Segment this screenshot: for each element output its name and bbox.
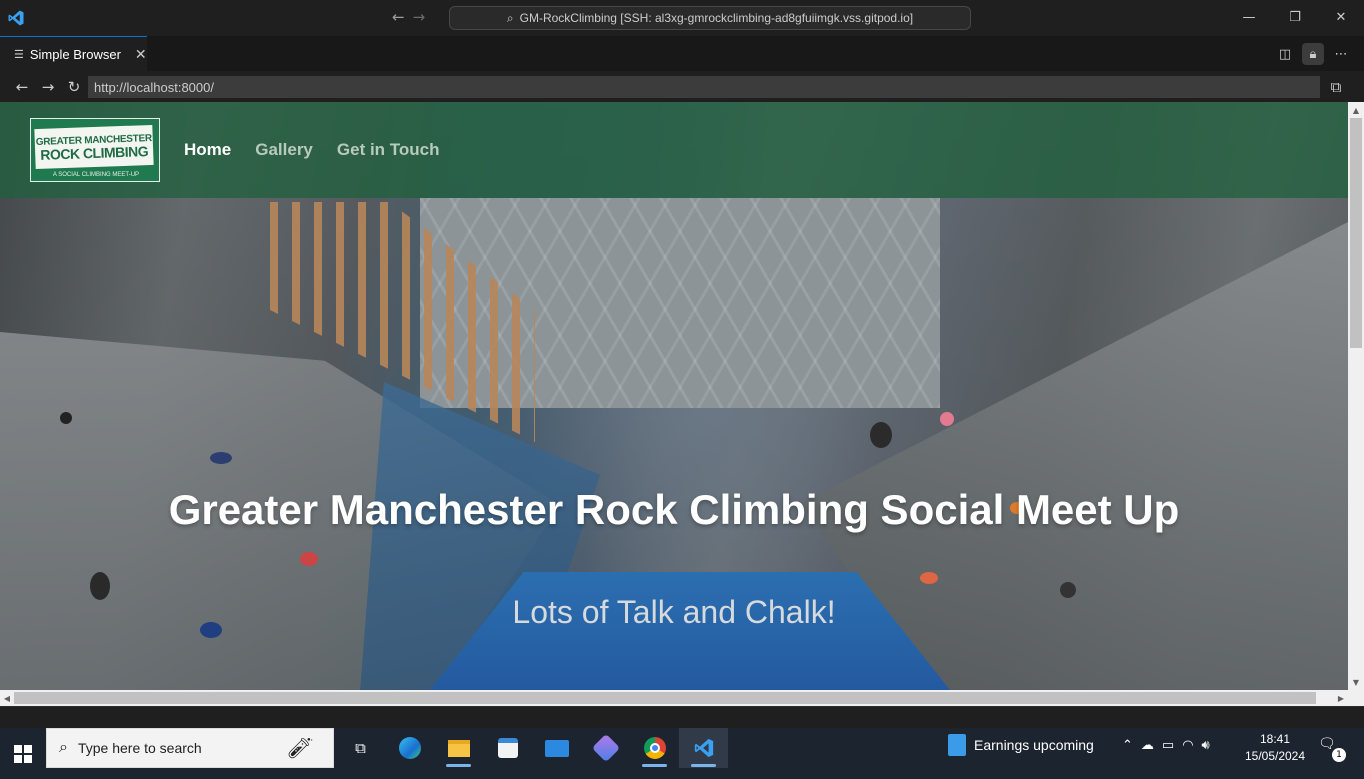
vertical-scroll-thumb[interactable] [1350, 118, 1362, 348]
tab-simple-browser[interactable]: ☰ Simple Browser ✕ [0, 36, 147, 71]
hero-title: Greater Manchester Rock Climbing Social … [168, 486, 1180, 533]
onedrive-cloud-icon[interactable]: ☁ [1141, 738, 1154, 753]
climbing-hold [60, 412, 72, 424]
scrollbar-corner [1348, 690, 1364, 706]
mail-icon[interactable] [532, 728, 581, 768]
url-input[interactable]: http://localhost:8000/ [88, 76, 1320, 98]
start-button[interactable] [0, 728, 46, 779]
site-navbar: GREATER MANCHESTER ROCK CLIMBING A SOCIA… [0, 102, 1348, 198]
wifi-icon[interactable]: ◠ [1182, 738, 1193, 753]
edge-icon[interactable] [385, 728, 434, 768]
tab-label: Simple Browser [29, 46, 121, 62]
clock-date: 15/05/2024 [1244, 749, 1306, 763]
vertical-scrollbar[interactable]: ▲ ▼ [1348, 102, 1364, 690]
restore-button[interactable]: ❐ [1272, 0, 1318, 34]
search-icon: ⌕ [59, 739, 68, 756]
climbing-hold [870, 422, 892, 448]
show-hidden-icons-chevron-icon[interactable]: ⌃ [1122, 738, 1133, 753]
browser-toolbar: ← → ↻ http://localhost:8000/ ⧉ [0, 71, 1364, 102]
battery-icon[interactable]: ▭ [1162, 738, 1174, 753]
news-widget-label: Earnings upcoming [974, 737, 1094, 753]
volume-icon[interactable]: 🔊︎ [1202, 738, 1210, 753]
copilot-icon[interactable] [581, 728, 630, 768]
back-arrow-icon[interactable]: ← [392, 8, 405, 26]
scroll-up-arrow-icon[interactable]: ▲ [1348, 102, 1364, 118]
site-logo[interactable]: GREATER MANCHESTER ROCK CLIMBING A SOCIA… [30, 118, 160, 182]
microsoft-store-icon[interactable] [483, 728, 532, 768]
notification-count-badge: 1 [1332, 748, 1346, 762]
site-nav: Home Gallery Get in Touch [184, 140, 440, 160]
horizontal-scrollbar[interactable]: ◀ ▶ [0, 690, 1348, 706]
taskbar-clock[interactable]: 18:41 15/05/2024 [1244, 731, 1306, 765]
hero-subtitle: Lots of Talk and Chalk! [512, 594, 836, 630]
close-window-button[interactable]: ✕ [1318, 0, 1364, 34]
preview-icon: ☰ [14, 48, 24, 61]
logo-tagline: A SOCIAL CLIMBING MEET-UP [52, 172, 140, 178]
notification-center-icon[interactable]: 🗨︎ 1 [1318, 736, 1346, 762]
vscode-logo-icon [8, 10, 24, 26]
news-widget[interactable]: Earnings upcoming [948, 734, 1094, 756]
scroll-down-arrow-icon[interactable]: ▼ [1348, 674, 1364, 690]
climbing-hold [300, 552, 318, 566]
search-highlight-icon: 🧪︎ [287, 737, 313, 760]
nav-link-home[interactable]: Home [184, 140, 231, 160]
forward-arrow-icon[interactable]: → [413, 8, 426, 26]
scroll-left-arrow-icon[interactable]: ◀ [0, 690, 14, 706]
more-actions-icon[interactable]: ⋯ [1330, 43, 1352, 65]
windows-logo-icon [14, 744, 32, 763]
nav-link-get-in-touch[interactable]: Get in Touch [337, 140, 440, 160]
vscode-icon[interactable] [679, 728, 728, 768]
scroll-right-arrow-icon[interactable]: ▶ [1334, 690, 1348, 706]
file-explorer-icon[interactable] [434, 728, 483, 768]
command-center[interactable]: ⌕ GM-RockClimbing [SSH: al3xg-gmrockclim… [449, 6, 971, 30]
command-center-label: GM-RockClimbing [SSH: al3xg-gmrockclimbi… [519, 11, 914, 25]
close-tab-icon[interactable]: ✕ [135, 46, 147, 63]
editor-tab-bar: ☰ Simple Browser ✕ ◫ 🔒︎ ⋯ [0, 36, 1364, 71]
search-icon: ⌕ [506, 10, 514, 25]
clock-time: 18:41 [1259, 732, 1291, 746]
minimize-button[interactable]: — [1226, 0, 1272, 34]
webpage-viewport: GREATER MANCHESTER ROCK CLIMBING A SOCIA… [0, 102, 1348, 690]
taskbar-search-box[interactable]: ⌕ Type here to search 🧪︎ [46, 728, 334, 768]
split-editor-icon[interactable]: ◫ [1274, 43, 1296, 65]
task-view-icon[interactable]: ⧉ [336, 728, 385, 768]
nav-link-gallery[interactable]: Gallery [255, 140, 313, 160]
browser-back-icon[interactable]: ← [12, 77, 32, 97]
climbing-hold [920, 572, 938, 584]
search-placeholder: Type here to search [77, 740, 202, 756]
browser-forward-icon[interactable]: → [38, 77, 58, 97]
chrome-icon[interactable] [630, 728, 679, 768]
logo-line-2: ROCK CLIMBING [40, 142, 149, 163]
vscode-status-bar [0, 706, 1364, 728]
horizontal-scroll-thumb[interactable] [14, 692, 1316, 704]
system-tray: ⌃ ☁ ▭ ◠ 🔊︎ [1122, 738, 1210, 753]
climbing-hold [940, 412, 954, 426]
stock-chart-icon [948, 734, 966, 756]
vscode-titlebar: ← → ⌕ GM-RockClimbing [SSH: al3xg-gmrock… [0, 0, 1364, 36]
climbing-hold [210, 452, 232, 464]
reload-icon[interactable]: ↻ [64, 77, 84, 97]
lock-icon[interactable]: 🔒︎ [1302, 43, 1324, 65]
open-external-icon[interactable]: ⧉ [1326, 77, 1346, 97]
windows-taskbar: ⌕ Type here to search 🧪︎ ⧉ Earnings upco… [0, 728, 1364, 779]
